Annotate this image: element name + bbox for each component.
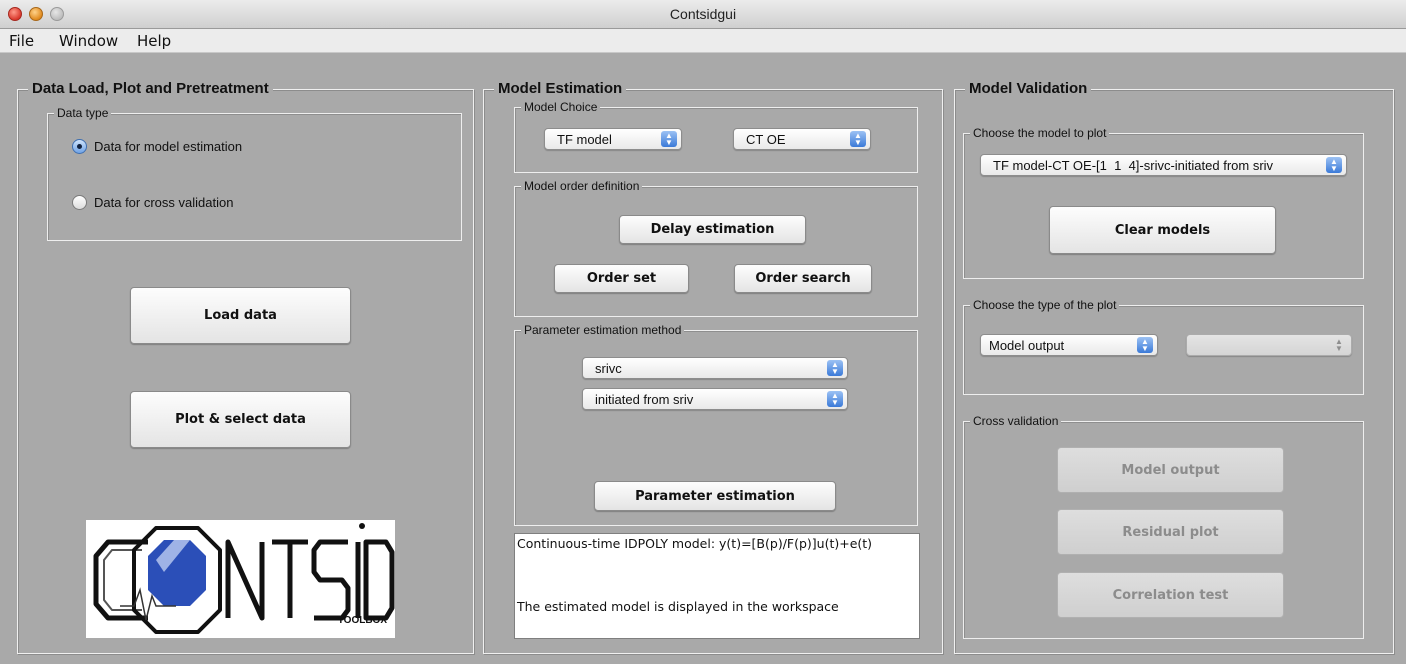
data-type-group-title: Data type: [54, 106, 112, 120]
model-to-plot-group-title: Choose the model to plot: [970, 126, 1110, 140]
residual-plot-button[interactable]: Residual plot: [1057, 509, 1284, 555]
radio-cross-validation-data[interactable]: Data for cross validation: [72, 195, 233, 210]
radio-cross-validation-label: Data for cross validation: [94, 195, 234, 210]
model-choice-group-title: Model Choice: [521, 100, 601, 114]
plot-option-select-disabled[interactable]: ▲ ▼: [1186, 334, 1352, 356]
correlation-test-button[interactable]: Correlation test: [1057, 572, 1284, 618]
data-load-panel-title: Data Load, Plot and Pretreatment: [28, 80, 273, 97]
data-type-group: Data type Data for model estimation Data…: [47, 106, 462, 241]
model-type-select[interactable]: TF model ▲ ▼: [544, 128, 682, 150]
load-data-button[interactable]: Load data: [130, 287, 351, 344]
radio-estimation-label: Data for model estimation: [94, 139, 243, 154]
model-choice-group: Model Choice TF model ▲ ▼ CT OE ▲ ▼: [514, 100, 918, 173]
model-type-value: TF model: [557, 132, 612, 147]
model-validation-panel: Model Validation Choose the model to plo…: [954, 80, 1394, 654]
radio-unselected-icon[interactable]: [72, 195, 87, 210]
model-order-group: Model order definition Delay estimation …: [514, 179, 918, 317]
model-to-plot-select[interactable]: TF model-CT OE-[1 1 4]-srivc-initiated f…: [980, 154, 1347, 176]
select-arrows-icon: ▲ ▼: [1137, 337, 1153, 353]
initialization-select[interactable]: initiated from sriv ▲ ▼: [582, 388, 848, 410]
window-title: Contsidgui: [669, 6, 737, 22]
contsid-toolbox-logo: TOOLBOX: [86, 520, 395, 638]
order-search-button[interactable]: Order search: [734, 264, 872, 293]
plot-type-select[interactable]: Model output ▲ ▼: [980, 334, 1158, 356]
menu-help[interactable]: Help: [137, 32, 171, 50]
initialization-value: initiated from sriv: [595, 392, 694, 407]
select-arrows-icon: ▲ ▼: [1326, 157, 1342, 173]
model-validation-panel-title: Model Validation: [965, 80, 1092, 97]
model-to-plot-group: Choose the model to plot TF model-CT OE-…: [963, 126, 1364, 279]
delay-estimation-button[interactable]: Delay estimation: [619, 215, 806, 244]
select-arrows-icon: ▲ ▼: [850, 131, 866, 147]
estimation-method-value: srivc: [595, 361, 622, 376]
plot-type-group: Choose the type of the plot Model output…: [963, 298, 1364, 395]
plot-select-data-button[interactable]: Plot & select data: [130, 391, 351, 448]
select-arrows-icon: ▲ ▼: [1335, 337, 1343, 353]
radio-selected-icon[interactable]: [72, 139, 87, 154]
logo-toolbox-text: TOOLBOX: [337, 615, 387, 626]
menu-bar: File Window Help: [0, 29, 1406, 53]
parameter-estimation-button[interactable]: Parameter estimation: [594, 481, 836, 511]
select-arrows-icon: ▲ ▼: [827, 360, 843, 376]
title-bar: Contsidgui: [0, 0, 1406, 29]
model-output-button[interactable]: Model output: [1057, 447, 1284, 493]
model-structure-value: CT OE: [746, 132, 786, 147]
parameter-method-group-title: Parameter estimation method: [521, 323, 685, 337]
select-arrows-icon: ▲ ▼: [661, 131, 677, 147]
model-estimation-panel: Model Estimation Model Choice TF model ▲…: [483, 80, 943, 654]
select-arrows-icon: ▲ ▼: [827, 391, 843, 407]
output-line-model: Continuous-time IDPOLY model: y(t)=[B(p)…: [517, 536, 873, 551]
parameter-method-group: Parameter estimation method srivc ▲ ▼ ini…: [514, 323, 918, 526]
menu-file[interactable]: File: [9, 32, 34, 50]
model-structure-select[interactable]: CT OE ▲ ▼: [733, 128, 871, 150]
menu-window[interactable]: Window: [59, 32, 118, 50]
model-order-group-title: Model order definition: [521, 179, 643, 193]
plot-type-value: Model output: [989, 338, 1065, 353]
estimation-output-text: Continuous-time IDPOLY model: y(t)=[B(p)…: [514, 533, 920, 639]
model-to-plot-value: TF model-CT OE-[1 1 4]-srivc-initiated f…: [993, 158, 1274, 173]
radio-estimation-data[interactable]: Data for model estimation: [72, 139, 242, 154]
model-estimation-panel-title: Model Estimation: [494, 80, 627, 97]
cross-validation-group: Cross validation Model output Residual p…: [963, 414, 1364, 639]
clear-models-button[interactable]: Clear models: [1049, 206, 1276, 254]
order-set-button[interactable]: Order set: [554, 264, 689, 293]
cross-validation-group-title: Cross validation: [970, 414, 1062, 428]
estimation-method-select[interactable]: srivc ▲ ▼: [582, 357, 848, 379]
output-line-workspace: The estimated model is displayed in the …: [517, 599, 839, 614]
plot-type-group-title: Choose the type of the plot: [970, 298, 1120, 312]
